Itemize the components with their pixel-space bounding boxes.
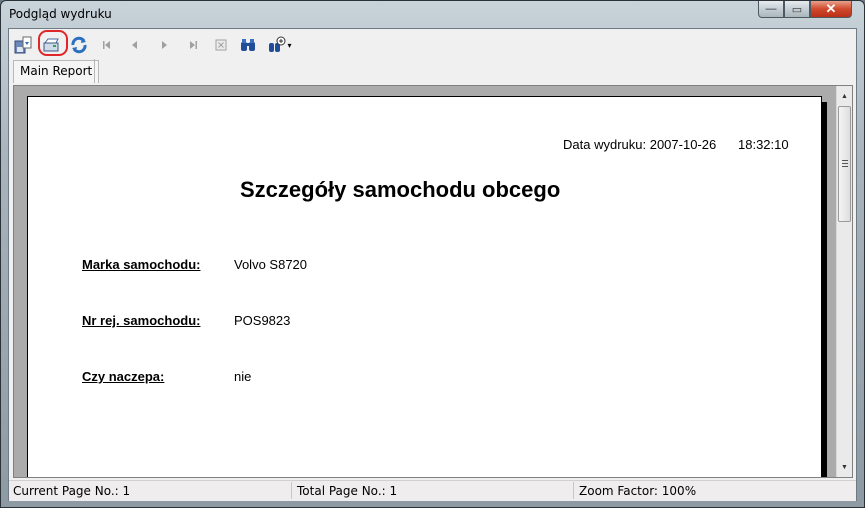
report-page: Data wydruku: 2007-10-26 18:32:10 Szczeg…: [27, 96, 822, 477]
toolbar: ▾: [9, 29, 856, 59]
report-viewer[interactable]: Data wydruku: 2007-10-26 18:32:10 Szczeg…: [13, 85, 853, 478]
print-preview-window: Podgląd wydruku — ▭ ✕ ▾ Main Report Data…: [0, 0, 865, 508]
minimize-button[interactable]: —: [758, 1, 784, 18]
field-value-registration: POS9823: [234, 313, 291, 328]
arrow-up-icon: ▲: [841, 92, 848, 100]
scroll-thumb[interactable]: [838, 106, 851, 222]
scroll-up-button[interactable]: ▲: [837, 88, 852, 104]
field-label-car-make: Marka samochodu:: [82, 257, 201, 272]
minimize-icon: —: [765, 3, 777, 15]
arrow-down-icon: ▼: [841, 463, 848, 471]
last-page-icon: [190, 41, 197, 49]
status-bar: Current Page No.: 1 Total Page No.: 1 Zo…: [9, 480, 856, 501]
status-divider: [291, 482, 292, 499]
title-bar[interactable]: Podgląd wydruku — ▭ ✕: [1, 1, 864, 27]
zoom-button[interactable]: ▾: [265, 35, 295, 55]
close-icon: ✕: [825, 1, 837, 16]
field-label-trailer: Czy naczepa:: [82, 369, 165, 384]
current-page-status: Current Page No.: 1: [13, 484, 131, 498]
maximize-icon: ▭: [791, 3, 803, 16]
first-page-button[interactable]: [97, 35, 117, 55]
tab-divider: [94, 59, 95, 83]
stop-button[interactable]: [211, 35, 231, 55]
export-button[interactable]: [13, 35, 33, 55]
zoom-factor-status: Zoom Factor: 100%: [579, 484, 697, 498]
stop-icon: [215, 39, 227, 51]
zoom-icon: [269, 36, 286, 52]
search-button[interactable]: [238, 35, 258, 55]
field-value-trailer: nie: [234, 369, 252, 384]
previous-page-button[interactable]: [125, 35, 145, 55]
total-pages-status: Total Page No.: 1: [297, 484, 398, 498]
binoculars-icon: [241, 39, 255, 51]
last-page-button[interactable]: [183, 35, 203, 55]
status-divider: [573, 482, 574, 499]
client-area: ▾ Main Report Data wydruku: 2007-10-26 1…: [8, 28, 857, 501]
first-page-icon: [103, 41, 110, 49]
grip-icon: [842, 160, 848, 169]
report-title: Szczegóły samochodu obcego: [240, 177, 561, 202]
close-button[interactable]: ✕: [810, 1, 852, 18]
vertical-scrollbar[interactable]: ▲ ▼: [836, 86, 852, 477]
next-page-button[interactable]: [154, 35, 174, 55]
caption-buttons: — ▭ ✕: [758, 1, 852, 19]
previous-page-icon: [132, 41, 137, 49]
tab-strip: Main Report: [9, 59, 856, 83]
print-time: 18:32:10: [738, 137, 789, 152]
field-value-car-make: Volvo S8720: [234, 257, 308, 272]
print-date: Data wydruku: 2007-10-26: [563, 137, 716, 152]
window-title: Podgląd wydruku: [9, 7, 112, 21]
tab-main-report[interactable]: Main Report: [13, 60, 100, 83]
print-date-label: Data wydruku:: [563, 137, 647, 152]
print-date-value: 2007-10-26: [649, 137, 717, 152]
next-page-icon: [162, 41, 167, 49]
scroll-down-button[interactable]: ▼: [837, 459, 852, 475]
refresh-button[interactable]: [69, 35, 89, 55]
print-button-highlight: [38, 30, 68, 56]
refresh-icon: [71, 36, 87, 54]
chevron-down-icon: ▾: [287, 40, 292, 50]
page-shadow: [822, 102, 827, 477]
field-label-registration: Nr rej. samochodu:: [82, 313, 201, 328]
export-icon: [14, 36, 32, 54]
maximize-button[interactable]: ▭: [784, 1, 810, 18]
